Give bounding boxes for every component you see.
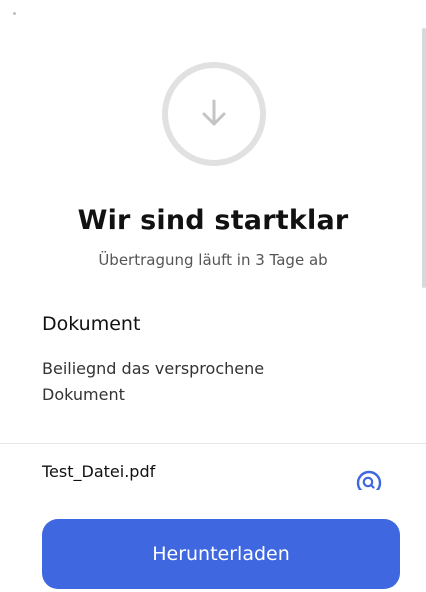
- scrollbar[interactable]: [420, 28, 426, 288]
- content-scroll-area[interactable]: Wir sind startklar Übertragung läuft in …: [0, 0, 426, 490]
- file-list-item[interactable]: Test_Datei.pdf: [0, 444, 426, 490]
- status-dot: [13, 12, 16, 15]
- transfer-screen: Wir sind startklar Übertragung läuft in …: [0, 0, 426, 592]
- download-status-circle: [162, 62, 266, 166]
- preview-icon[interactable]: [356, 470, 382, 490]
- download-arrow-icon: [202, 99, 226, 126]
- scrollbar-thumb[interactable]: [422, 28, 426, 288]
- message-heading: Dokument: [42, 313, 141, 335]
- file-name: Test_Datei.pdf: [42, 462, 156, 481]
- page-title: Wir sind startklar: [77, 205, 349, 236]
- expiry-subtitle: Übertragung läuft in 3 Tage ab: [98, 251, 328, 269]
- message-body: Beiliegnd das versprochene Dokument: [42, 359, 265, 404]
- download-button[interactable]: Herunterladen: [42, 519, 400, 589]
